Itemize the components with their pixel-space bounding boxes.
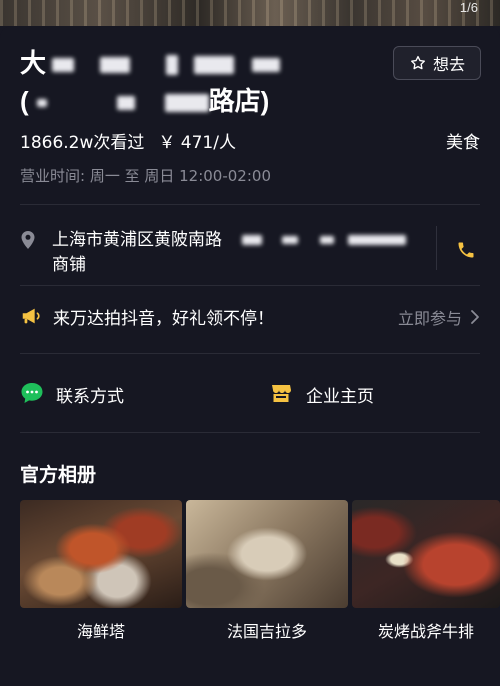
address-text: 上海市黄浦区黄陂南路 bbox=[52, 230, 222, 250]
album-photo-caption: 海鲜塔 bbox=[76, 622, 125, 641]
phone-icon[interactable] bbox=[456, 240, 476, 260]
store-name-visible-char: 大 bbox=[20, 48, 47, 78]
divider-vertical bbox=[436, 226, 437, 270]
official-album-title: 官方相册 bbox=[20, 464, 97, 486]
album-photo-caption: 法国吉拉多 bbox=[226, 622, 307, 641]
album-photo-tomahawk-steak[interactable] bbox=[352, 500, 500, 608]
store-name-line1: 大 bbox=[20, 44, 380, 82]
store-category: 美食 bbox=[446, 133, 480, 153]
store-name: 大 ( 路店) bbox=[20, 44, 380, 120]
view-count: 1866.2w次看过 bbox=[20, 133, 145, 153]
divider bbox=[20, 285, 480, 286]
redacted-block bbox=[116, 96, 135, 111]
want-to-go-label: 想去 bbox=[432, 55, 465, 74]
shop-icon bbox=[272, 385, 291, 402]
address-line1: 上海市黄浦区黄陂南路 bbox=[52, 228, 432, 253]
contact-label: 联系方式 bbox=[56, 387, 124, 407]
business-hours: 营业时间: 周一 至 周日 12:00-02:00 bbox=[20, 167, 271, 185]
megaphone-icon bbox=[22, 308, 40, 324]
redacted-block bbox=[52, 58, 75, 73]
chat-bubble-icon bbox=[21, 383, 43, 403]
join-now-link[interactable]: 立即参与 bbox=[398, 305, 480, 329]
store-name-line2: ( 路店) bbox=[20, 82, 380, 120]
divider bbox=[20, 432, 480, 433]
redacted-block bbox=[320, 236, 334, 244]
store-name-paren: ( bbox=[20, 86, 29, 116]
store-address[interactable]: 上海市黄浦区黄陂南路 商铺 bbox=[52, 228, 432, 278]
chevron-right-icon bbox=[471, 310, 479, 324]
redacted-block bbox=[166, 55, 179, 76]
redacted-block bbox=[36, 99, 47, 108]
location-pin-icon bbox=[21, 231, 35, 249]
store-name-branch: 路店) bbox=[208, 86, 270, 116]
hero-image[interactable]: 1/6 bbox=[0, 0, 500, 26]
store-stats: 1866.2w次看过 ￥ 471/人 bbox=[20, 128, 236, 153]
redacted-block bbox=[242, 235, 262, 245]
redacted-block bbox=[100, 57, 131, 74]
divider bbox=[20, 353, 480, 354]
address-line2: 商铺 bbox=[52, 255, 86, 275]
join-now-label: 立即参与 bbox=[397, 309, 462, 328]
album-photo-oyster[interactable] bbox=[186, 500, 348, 608]
promo-text: 来万达拍抖音，好礼领不停！ bbox=[53, 309, 274, 329]
redacted-block bbox=[282, 236, 298, 244]
price-per-person: ￥ 471/人 bbox=[158, 133, 236, 153]
photo-page-indicator: 1/6 bbox=[459, 0, 478, 15]
star-outline-icon bbox=[411, 55, 425, 70]
album-photo-seafood-tower[interactable] bbox=[20, 500, 182, 608]
redacted-block bbox=[348, 235, 406, 245]
redacted-block bbox=[194, 56, 235, 75]
divider bbox=[20, 204, 480, 205]
want-to-go-button[interactable]: 想去 bbox=[393, 46, 481, 80]
enterprise-label: 企业主页 bbox=[306, 387, 374, 407]
album-photo-caption: 炭烤战斧牛排 bbox=[377, 622, 474, 641]
redacted-block bbox=[252, 58, 281, 73]
hero-image-texture bbox=[0, 0, 500, 26]
redacted-block bbox=[164, 94, 209, 113]
